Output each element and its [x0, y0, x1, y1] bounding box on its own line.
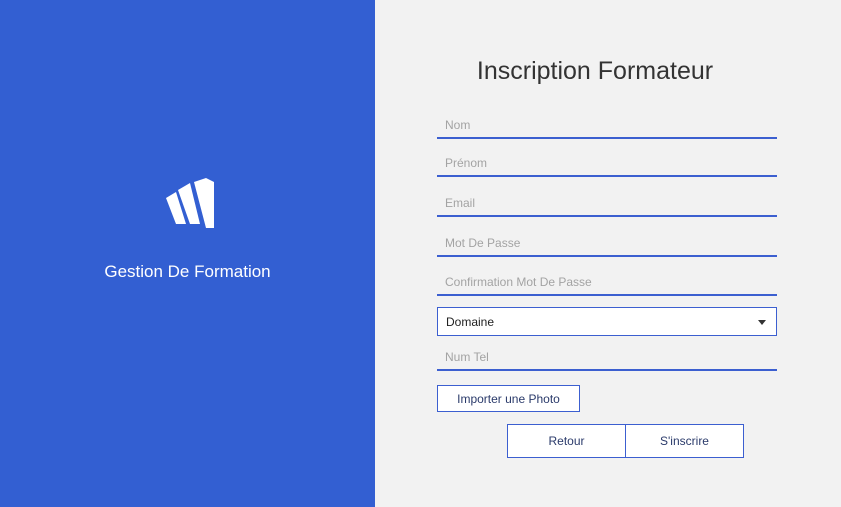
sidebar-panel: Gestion De Formation [0, 0, 375, 507]
num-tel-field-container [437, 345, 777, 371]
email-field-container [437, 191, 777, 217]
password-confirm-field-container [437, 270, 777, 296]
email-input[interactable] [437, 191, 777, 215]
retour-button[interactable]: Retour [507, 424, 626, 458]
import-photo-button[interactable]: Importer une Photo [437, 385, 580, 412]
prenom-input[interactable] [437, 151, 777, 175]
chevron-down-icon [758, 320, 766, 325]
password-field-container [437, 231, 777, 257]
inscrire-button[interactable]: S'inscrire [625, 424, 744, 458]
nom-field-container [437, 113, 777, 139]
form-title: Inscription Formateur [476, 57, 714, 85]
nom-input[interactable] [437, 113, 777, 137]
domaine-select-value: Domaine [446, 315, 495, 329]
num-tel-input[interactable] [437, 345, 777, 369]
password-input[interactable] [437, 231, 777, 255]
password-confirm-input[interactable] [437, 270, 777, 294]
prenom-field-container [437, 151, 777, 177]
app-name: Gestion De Formation [104, 262, 271, 281]
app-logo-icon [166, 178, 214, 228]
domaine-select[interactable]: Domaine [437, 307, 777, 336]
